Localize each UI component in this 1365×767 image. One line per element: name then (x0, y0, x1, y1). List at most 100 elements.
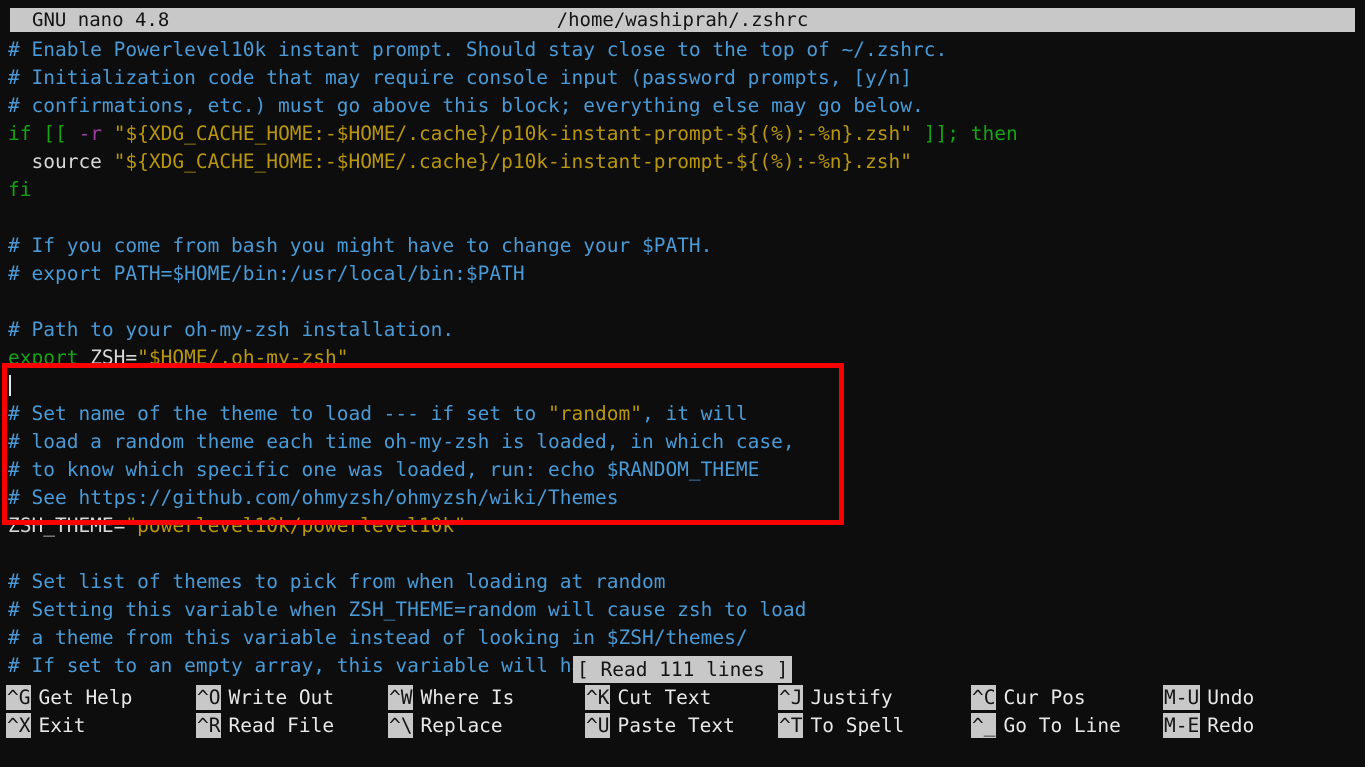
shortcut-key: ^K (585, 685, 611, 710)
shortcut-label: Get Help (38, 686, 133, 709)
code-token: "${XDG_CACHE_HOME:-$HOME/.cache}/p10k-in… (113, 150, 912, 173)
shortcut-replace[interactable]: ^\ Replace (388, 712, 503, 740)
shortcut-redo[interactable]: M-E Redo (1163, 712, 1254, 740)
editor-line: # Set name of the theme to load --- if s… (0, 400, 1365, 428)
shortcut-go-to-line[interactable]: ^_ Go To Line (971, 712, 1121, 740)
shortcut-label: Replace (420, 714, 503, 737)
shortcut-label: Write Out (228, 686, 335, 709)
editor-line: # Path to your oh-my-zsh installation. (0, 316, 1365, 344)
shortcut-key: ^C (971, 685, 997, 710)
code-token: # Enable Powerlevel10k instant prompt. S… (8, 38, 948, 61)
code-token: # confirmations, etc.) must go above thi… (8, 94, 924, 117)
text-cursor (9, 375, 11, 396)
shortcut-read-file[interactable]: ^R Read File (196, 712, 334, 740)
shortcut-key: ^X (6, 713, 32, 738)
code-token: ZSH= (78, 346, 138, 369)
title-bar: GNU nano 4.8 /home/washiprah/.zshrc (10, 8, 1355, 32)
status-message: [ Read 111 lines ] (573, 656, 793, 683)
shortcut-label: To Spell (810, 714, 905, 737)
editor-line: # Enable Powerlevel10k instant prompt. S… (0, 36, 1365, 64)
code-token: # Setting this variable when ZSH_THEME=r… (8, 598, 807, 621)
shortcut-to-spell[interactable]: ^T To Spell (778, 712, 904, 740)
code-token: # Initialization code that may require c… (8, 66, 912, 89)
editor-line: # a theme from this variable instead of … (0, 624, 1365, 652)
shortcut-cut-text[interactable]: ^K Cut Text (585, 684, 711, 712)
editor-line: # to know which specific one was loaded,… (0, 456, 1365, 484)
shortcut-key: ^T (778, 713, 804, 738)
code-token: ZSH_THEME= (8, 514, 126, 537)
code-token: # to know which specific one was loaded,… (8, 458, 760, 481)
shortcut-get-help[interactable]: ^G Get Help (6, 684, 132, 712)
editor-line (0, 372, 1365, 400)
shortcut-key: ^\ (388, 713, 414, 738)
shortcut-label: Justify (810, 686, 893, 709)
shortcut-key: M-U (1163, 685, 1201, 710)
shortcut-label: Redo (1207, 714, 1255, 737)
code-token: "powerlevel10k/powerlevel10k" (125, 514, 466, 537)
shortcut-key: ^R (196, 713, 222, 738)
code-token: "${XDG_CACHE_HOME:-$HOME/.cache}/p10k-in… (113, 122, 913, 145)
shortcut-paste-text[interactable]: ^U Paste Text (585, 712, 735, 740)
editor-line: # If you come from bash you might have t… (0, 232, 1365, 260)
editor-line: if [[ -r "${XDG_CACHE_HOME:-$HOME/.cache… (0, 120, 1365, 148)
editor-line: fi (0, 176, 1365, 204)
code-token: ]]; (923, 122, 960, 145)
editor-line: # See https://github.com/ohmyzsh/ohmyzsh… (0, 484, 1365, 512)
code-token: # load a random theme each time oh-my-zs… (8, 430, 795, 453)
shortcut-label: Cut Text (617, 686, 712, 709)
shortcut-key: ^_ (971, 713, 997, 738)
code-token: "random" (548, 402, 642, 425)
editor-line: ZSH_THEME="powerlevel10k/powerlevel10k" (0, 512, 1365, 540)
editor-line: # confirmations, etc.) must go above thi… (0, 92, 1365, 120)
editor-line: source "${XDG_CACHE_HOME:-$HOME/.cache}/… (0, 148, 1365, 176)
code-token: # See https://github.com/ohmyzsh/ohmyzsh… (8, 486, 619, 509)
code-token: -r (78, 122, 102, 145)
code-token: "$HOME/.oh-my-zsh" (137, 346, 349, 369)
shortcut-write-out[interactable]: ^O Write Out (196, 684, 334, 712)
code-token: , it will (641, 402, 748, 425)
nano-editor-window: GNU nano 4.8 /home/washiprah/.zshrc # En… (0, 0, 1365, 767)
shortcut-label: Go To Line (1003, 714, 1121, 737)
code-token: # Set list of themes to pick from when l… (8, 570, 666, 593)
editor-text-area[interactable]: # Enable Powerlevel10k instant prompt. S… (0, 36, 1365, 677)
code-token: fi (8, 178, 32, 201)
code-token: # If you come from bash you might have t… (8, 234, 713, 257)
shortcut-justify[interactable]: ^J Justify (778, 684, 893, 712)
shortcut-row-1: ^G Get Help ^O Write Out ^W Where Is ^K Cut Tex… (0, 684, 1365, 712)
shortcut-key: M-E (1163, 713, 1201, 738)
code-token: if (8, 122, 32, 145)
shortcut-exit[interactable]: ^X Exit (6, 712, 85, 740)
code-token: then (970, 122, 1018, 145)
code-token: # Path to your oh-my-zsh installation. (8, 318, 455, 341)
editor-line: # Initialization code that may require c… (0, 64, 1365, 92)
shortcut-key: ^O (196, 685, 222, 710)
editor-line: # export PATH=$HOME/bin:/usr/local/bin:$… (0, 260, 1365, 288)
code-token: # a theme from this variable instead of … (8, 626, 748, 649)
editor-line: # Setting this variable when ZSH_THEME=r… (0, 596, 1365, 624)
shortcut-key: ^J (778, 685, 804, 710)
shortcut-label: Undo (1207, 686, 1255, 709)
editor-line: # Set list of themes to pick from when l… (0, 568, 1365, 596)
code-token: # Set name of the theme to load --- if s… (8, 402, 549, 425)
shortcut-label: Exit (38, 714, 86, 737)
editor-line: # load a random theme each time oh-my-zs… (0, 428, 1365, 456)
shortcut-label: Cur Pos (1003, 686, 1086, 709)
editor-line: export ZSH="$HOME/.oh-my-zsh" (0, 344, 1365, 372)
shortcut-key: ^G (6, 685, 32, 710)
shortcut-key: ^U (585, 713, 611, 738)
code-token: # export PATH=$HOME/bin:/usr/local/bin:$… (8, 262, 525, 285)
shortcut-where-is[interactable]: ^W Where Is (388, 684, 514, 712)
shortcut-undo[interactable]: M-U Undo (1163, 684, 1254, 712)
shortcut-cur-pos[interactable]: ^C Cur Pos (971, 684, 1086, 712)
code-token: export (8, 346, 79, 369)
shortcut-label: Where Is (420, 686, 515, 709)
code-token: [[ (43, 122, 67, 145)
shortcut-label: Paste Text (617, 714, 735, 737)
